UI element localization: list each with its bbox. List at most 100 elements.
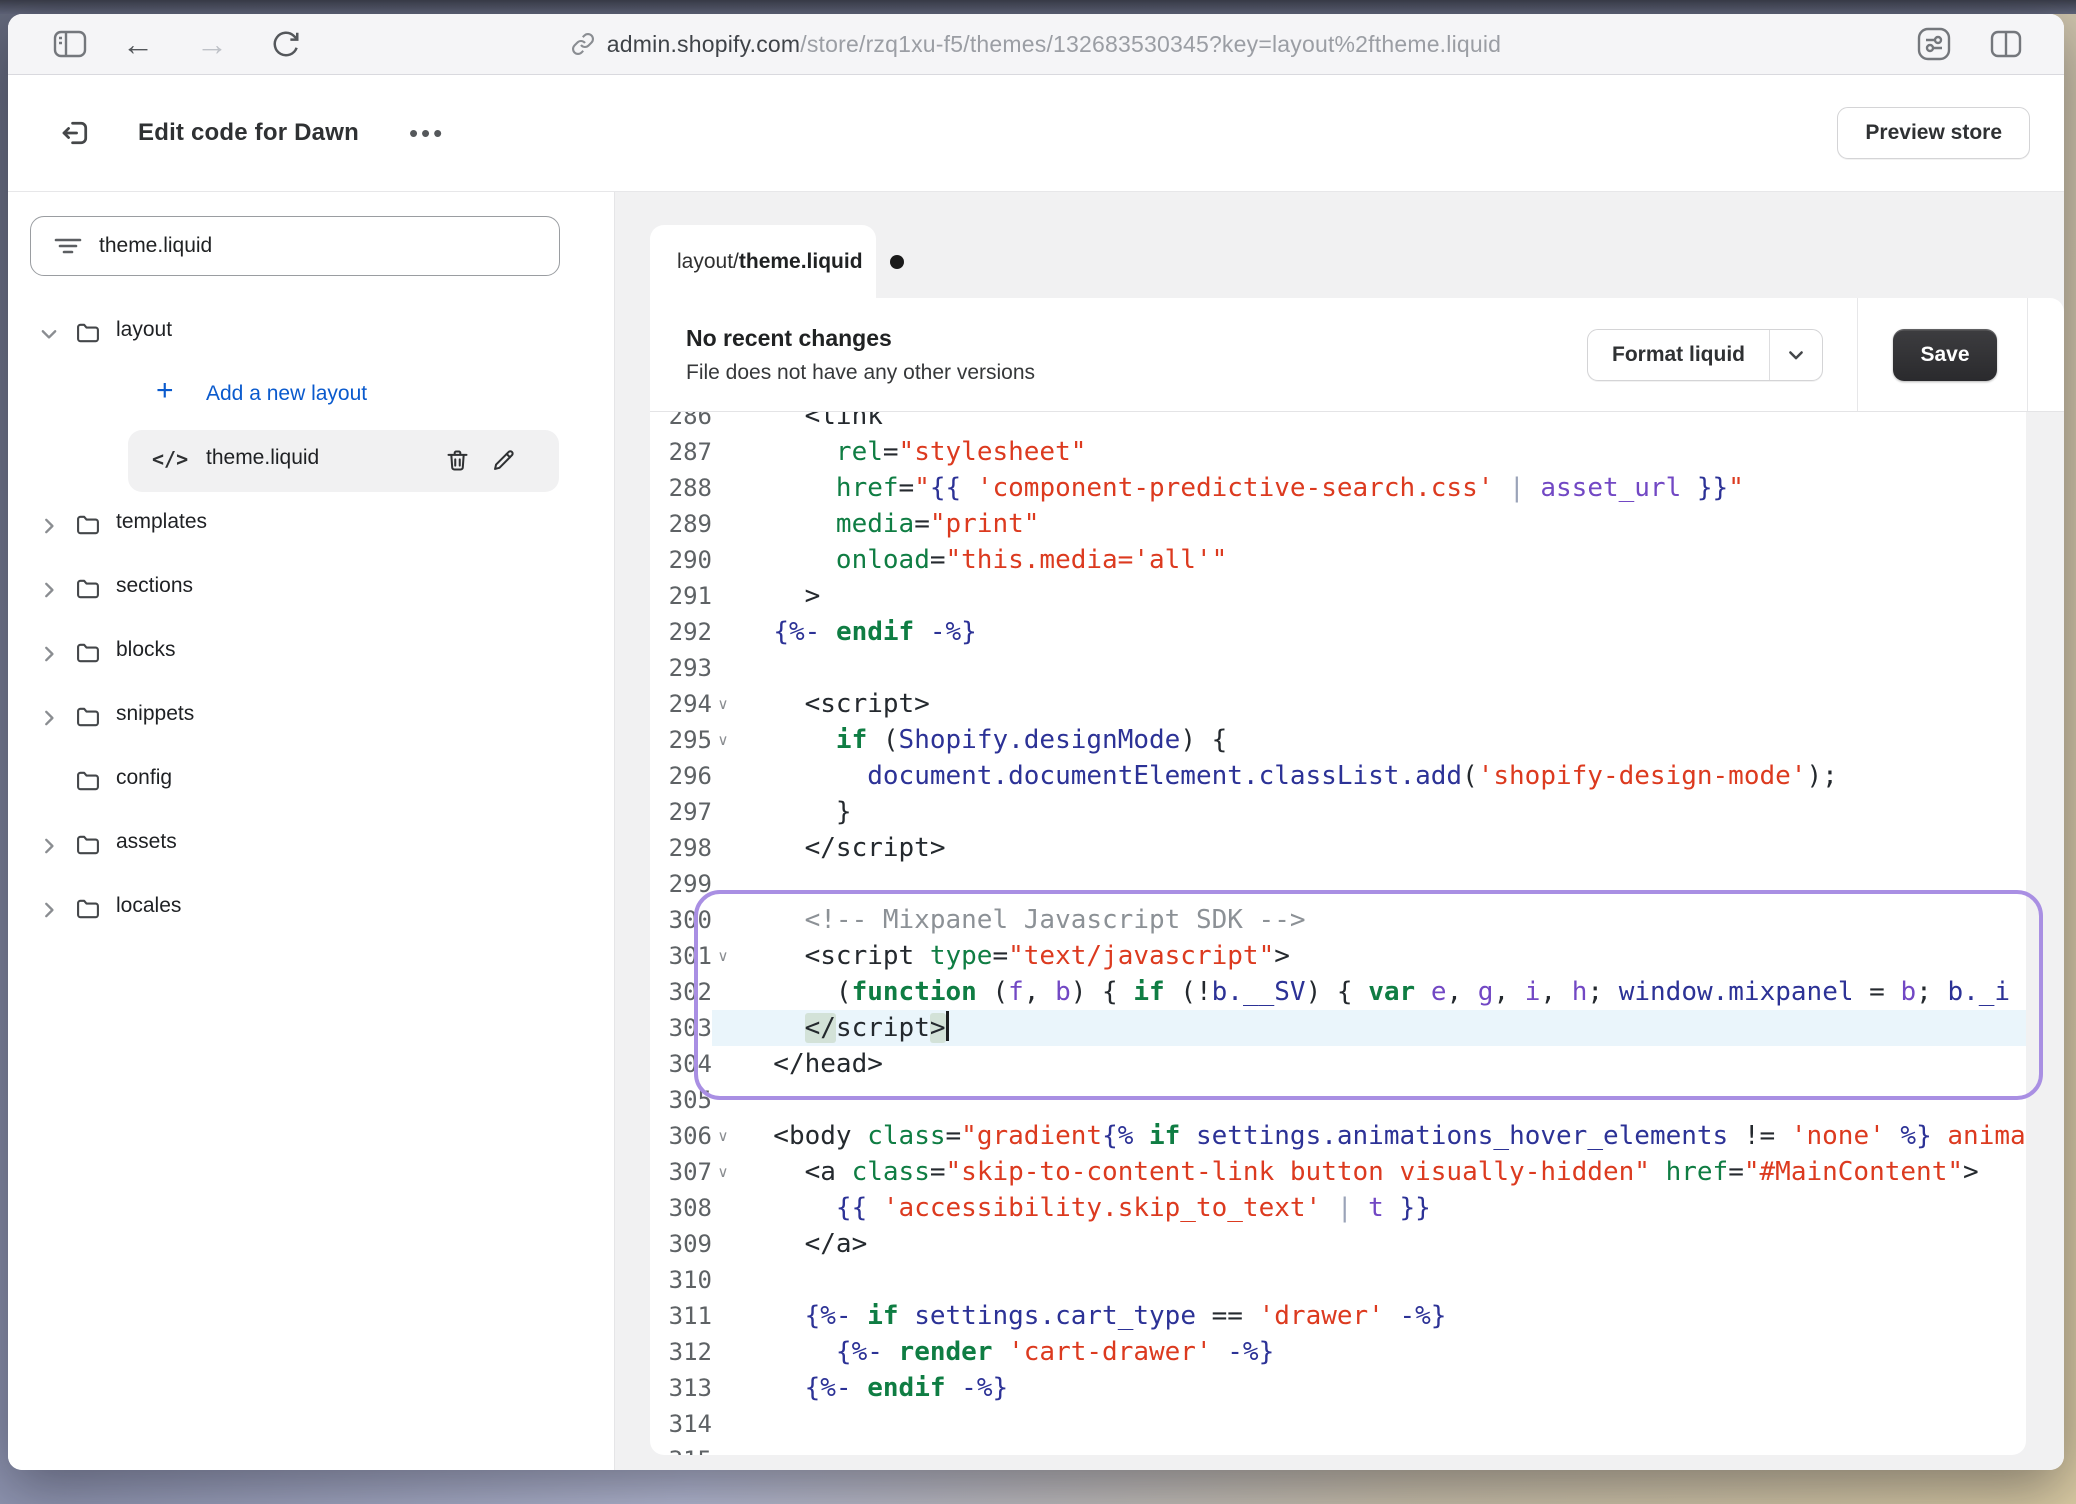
chevron-down-icon[interactable]: [38, 323, 60, 345]
code-line-301[interactable]: 301∨ <script type="text/javascript">: [650, 938, 2026, 974]
code-line-289[interactable]: 289 media="print": [650, 506, 2026, 542]
format-options-chevron[interactable]: [1770, 330, 1822, 380]
chevron-right-icon[interactable]: [38, 515, 60, 537]
sidebar-item-templates[interactable]: templates: [8, 493, 614, 557]
fold-chevron-icon[interactable]: ∨: [712, 686, 734, 722]
code-line-309[interactable]: 309 </a>: [650, 1226, 2026, 1262]
sidebar-item-sections[interactable]: sections: [8, 557, 614, 621]
code-line-308[interactable]: 308 {{ 'accessibility.skip_to_text' | t …: [650, 1190, 2026, 1226]
chevron-right-icon[interactable]: [38, 835, 60, 857]
code-text[interactable]: (function (f, b) { if (!b.__SV) { var e,…: [734, 974, 2026, 1010]
code-text[interactable]: media="print": [734, 506, 2026, 542]
code-text[interactable]: <a class="skip-to-content-link button vi…: [734, 1154, 2026, 1190]
code-line-300[interactable]: 300 <!-- Mixpanel Javascript SDK -->: [650, 902, 2026, 938]
tab-theme-liquid[interactable]: layout/theme.liquid: [650, 225, 876, 299]
code-line-298[interactable]: 298 </script>: [650, 830, 2026, 866]
code-line-294[interactable]: 294∨ <script>: [650, 686, 2026, 722]
code-line-297[interactable]: 297 }: [650, 794, 2026, 830]
sidebar-item-assets[interactable]: assets: [8, 813, 614, 877]
code-line-286[interactable]: 286 <link: [650, 412, 2026, 434]
code-text[interactable]: [734, 1442, 2026, 1455]
format-liquid-button[interactable]: Format liquid: [1588, 330, 1770, 380]
file-search-input[interactable]: theme.liquid: [30, 216, 560, 276]
code-text[interactable]: [734, 1406, 2026, 1442]
code-text[interactable]: </head>: [734, 1046, 2026, 1082]
code-line-296[interactable]: 296 document.documentElement.classList.a…: [650, 758, 2026, 794]
code-text[interactable]: {{ 'accessibility.skip_to_text' | t }}: [734, 1190, 2026, 1226]
more-actions-button[interactable]: •••: [409, 128, 445, 138]
fold-chevron-icon[interactable]: ∨: [712, 722, 734, 758]
code-text[interactable]: }: [734, 794, 2026, 830]
forward-button[interactable]: →: [190, 22, 234, 66]
code-line-314[interactable]: 314: [650, 1406, 2026, 1442]
add-layout-link[interactable]: Add a new layout: [206, 382, 367, 406]
code-line-304[interactable]: 304 </head>: [650, 1046, 2026, 1082]
code-text[interactable]: {%- endif -%}: [734, 614, 2026, 650]
chevron-right-icon[interactable]: [38, 643, 60, 665]
code-line-292[interactable]: 292 {%- endif -%}: [650, 614, 2026, 650]
code-text[interactable]: href="{{ 'component-predictive-search.cs…: [734, 470, 2026, 506]
code-line-291[interactable]: 291 >: [650, 578, 2026, 614]
code-text[interactable]: onload="this.media='all'": [734, 542, 2026, 578]
chevron-right-icon[interactable]: [38, 707, 60, 729]
preview-store-button[interactable]: Preview store: [1837, 107, 2030, 159]
code-line-315[interactable]: 315: [650, 1442, 2026, 1455]
code-text[interactable]: {%- render 'cart-drawer' -%}: [734, 1334, 2026, 1370]
code-line-305[interactable]: 305: [650, 1082, 2026, 1118]
sidebar-item-theme-liquid[interactable]: </>theme.liquid: [8, 429, 614, 493]
code-text[interactable]: <script type="text/javascript">: [734, 938, 2026, 974]
code-text[interactable]: <script>: [734, 686, 2026, 722]
code-line-287[interactable]: 287 rel="stylesheet": [650, 434, 2026, 470]
code-line-310[interactable]: 310: [650, 1262, 2026, 1298]
code-text[interactable]: {%- endif -%}: [734, 1370, 2026, 1406]
sidebar-item-snippets[interactable]: snippets: [8, 685, 614, 749]
fold-chevron-icon[interactable]: ∨: [712, 1118, 734, 1154]
fold-chevron-icon[interactable]: ∨: [712, 1154, 734, 1190]
code-line-290[interactable]: 290 onload="this.media='all'": [650, 542, 2026, 578]
code-text[interactable]: [734, 650, 2026, 686]
sidebar-item-blocks[interactable]: blocks: [8, 621, 614, 685]
code-line-302[interactable]: 302 (function (f, b) { if (!b.__SV) { va…: [650, 974, 2026, 1010]
save-button[interactable]: Save: [1893, 329, 1997, 381]
fold-chevron-icon[interactable]: ∨: [712, 938, 734, 974]
code-text[interactable]: rel="stylesheet": [734, 434, 2026, 470]
code-text[interactable]: {%- if settings.cart_type == 'drawer' -%…: [734, 1298, 2026, 1334]
exit-editor-icon[interactable]: [60, 117, 92, 149]
code-editor[interactable]: 286 <link287 rel="stylesheet"288 href="{…: [650, 412, 2026, 1455]
code-line-299[interactable]: 299: [650, 866, 2026, 902]
page-settings-icon[interactable]: [1912, 22, 1956, 66]
format-liquid-split-button[interactable]: Format liquid: [1587, 329, 1823, 381]
code-line-288[interactable]: 288 href="{{ 'component-predictive-searc…: [650, 470, 2026, 506]
code-line-293[interactable]: 293: [650, 650, 2026, 686]
sidebar-item-config[interactable]: config: [8, 749, 614, 813]
code-line-295[interactable]: 295∨ if (Shopify.designMode) {: [650, 722, 2026, 758]
code-text[interactable]: document.documentElement.classList.add('…: [734, 758, 2026, 794]
sidebar-item-layout[interactable]: layout: [8, 301, 614, 365]
code-text[interactable]: >: [734, 578, 2026, 614]
address-bar[interactable]: admin.shopify.com/store/rzq1xu-f5/themes…: [8, 31, 2064, 58]
sidebar-item-locales[interactable]: locales: [8, 877, 614, 941]
code-line-306[interactable]: 306∨ <body class="gradient{% if settings…: [650, 1118, 2026, 1154]
code-text[interactable]: <link: [734, 412, 2026, 434]
code-text[interactable]: if (Shopify.designMode) {: [734, 722, 2026, 758]
code-line-312[interactable]: 312 {%- render 'cart-drawer' -%}: [650, 1334, 2026, 1370]
code-text[interactable]: </script>: [734, 1010, 2026, 1046]
code-text[interactable]: [734, 1082, 2026, 1118]
code-text[interactable]: [734, 1262, 2026, 1298]
chevron-right-icon[interactable]: [38, 579, 60, 601]
code-text[interactable]: </a>: [734, 1226, 2026, 1262]
code-line-303[interactable]: 303 </script>: [650, 1010, 2026, 1046]
sidebar-item-add-a-new-layout[interactable]: +Add a new layout: [8, 365, 614, 429]
code-line-307[interactable]: 307∨ <a class="skip-to-content-link butt…: [650, 1154, 2026, 1190]
reload-button[interactable]: [264, 22, 308, 66]
split-view-icon[interactable]: [1984, 22, 2028, 66]
rename-file-icon[interactable]: [490, 447, 517, 474]
delete-file-icon[interactable]: [444, 447, 471, 474]
code-text[interactable]: </script>: [734, 830, 2026, 866]
code-text[interactable]: [734, 866, 2026, 902]
back-button[interactable]: ←: [116, 22, 160, 66]
sidebar-toggle-icon[interactable]: [48, 22, 92, 66]
code-text[interactable]: <!-- Mixpanel Javascript SDK -->: [734, 902, 2026, 938]
code-line-311[interactable]: 311 {%- if settings.cart_type == 'drawer…: [650, 1298, 2026, 1334]
code-line-313[interactable]: 313 {%- endif -%}: [650, 1370, 2026, 1406]
